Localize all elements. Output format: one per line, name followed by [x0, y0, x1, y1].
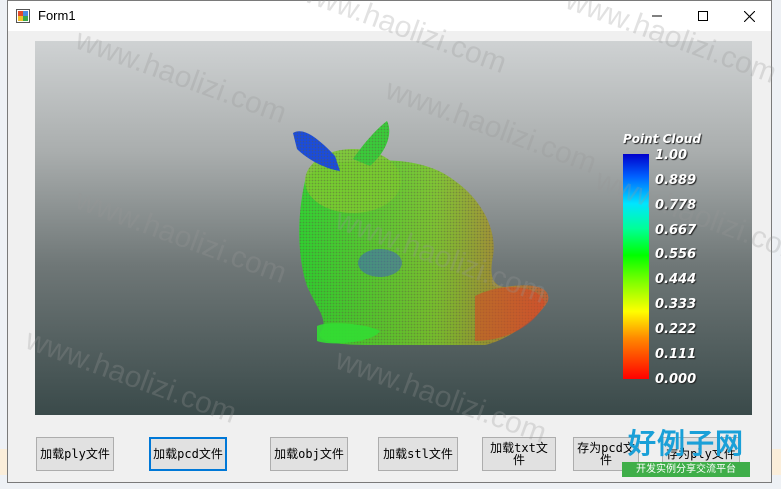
legend-title: Point Cloud — [623, 132, 701, 146]
load-stl-button[interactable]: 加载stl文件 — [378, 437, 458, 471]
brand-main-text: 好例子网 — [627, 427, 744, 460]
minimize-icon — [652, 15, 662, 17]
legend-tick: 0.778 — [655, 198, 697, 213]
legend-tick: 0.111 — [655, 347, 697, 362]
point-cloud-viewport[interactable]: Point Cloud 1.00 0.889 0.778 0.667 0.556… — [35, 41, 752, 415]
brand-sub-text: 开发实例分享交流平台 — [622, 462, 750, 477]
legend-tick: 0.333 — [655, 297, 697, 312]
app-icon — [16, 9, 30, 23]
load-obj-button[interactable]: 加载obj文件 — [270, 437, 348, 471]
maximize-icon — [698, 11, 708, 21]
legend-tick: 0.000 — [655, 372, 697, 387]
minimize-button[interactable] — [634, 1, 680, 31]
color-scale-bar — [623, 154, 649, 379]
legend-tick: 0.556 — [655, 247, 697, 262]
legend-tick: 0.444 — [655, 272, 697, 287]
maximize-button[interactable] — [680, 1, 726, 31]
legend-tick: 1.00 — [655, 148, 688, 163]
legend-tick: 0.889 — [655, 173, 697, 188]
close-icon — [743, 10, 755, 22]
brand-logo: 好例子网 开发实例分享交流平台 — [620, 428, 752, 480]
legend-tick: 0.667 — [655, 223, 697, 238]
form-window: Form1 Point Cloud 1.00 0.889 0.778 0.667… — [7, 0, 772, 483]
window-title: Form1 — [38, 8, 76, 23]
title-bar[interactable]: Form1 — [8, 1, 771, 31]
load-txt-button[interactable]: 加载txt文件 — [482, 437, 556, 471]
close-button[interactable] — [726, 1, 772, 31]
load-ply-button[interactable]: 加载ply文件 — [36, 437, 114, 471]
legend-tick: 0.222 — [655, 322, 697, 337]
load-pcd-button[interactable]: 加载pcd文件 — [149, 437, 227, 471]
